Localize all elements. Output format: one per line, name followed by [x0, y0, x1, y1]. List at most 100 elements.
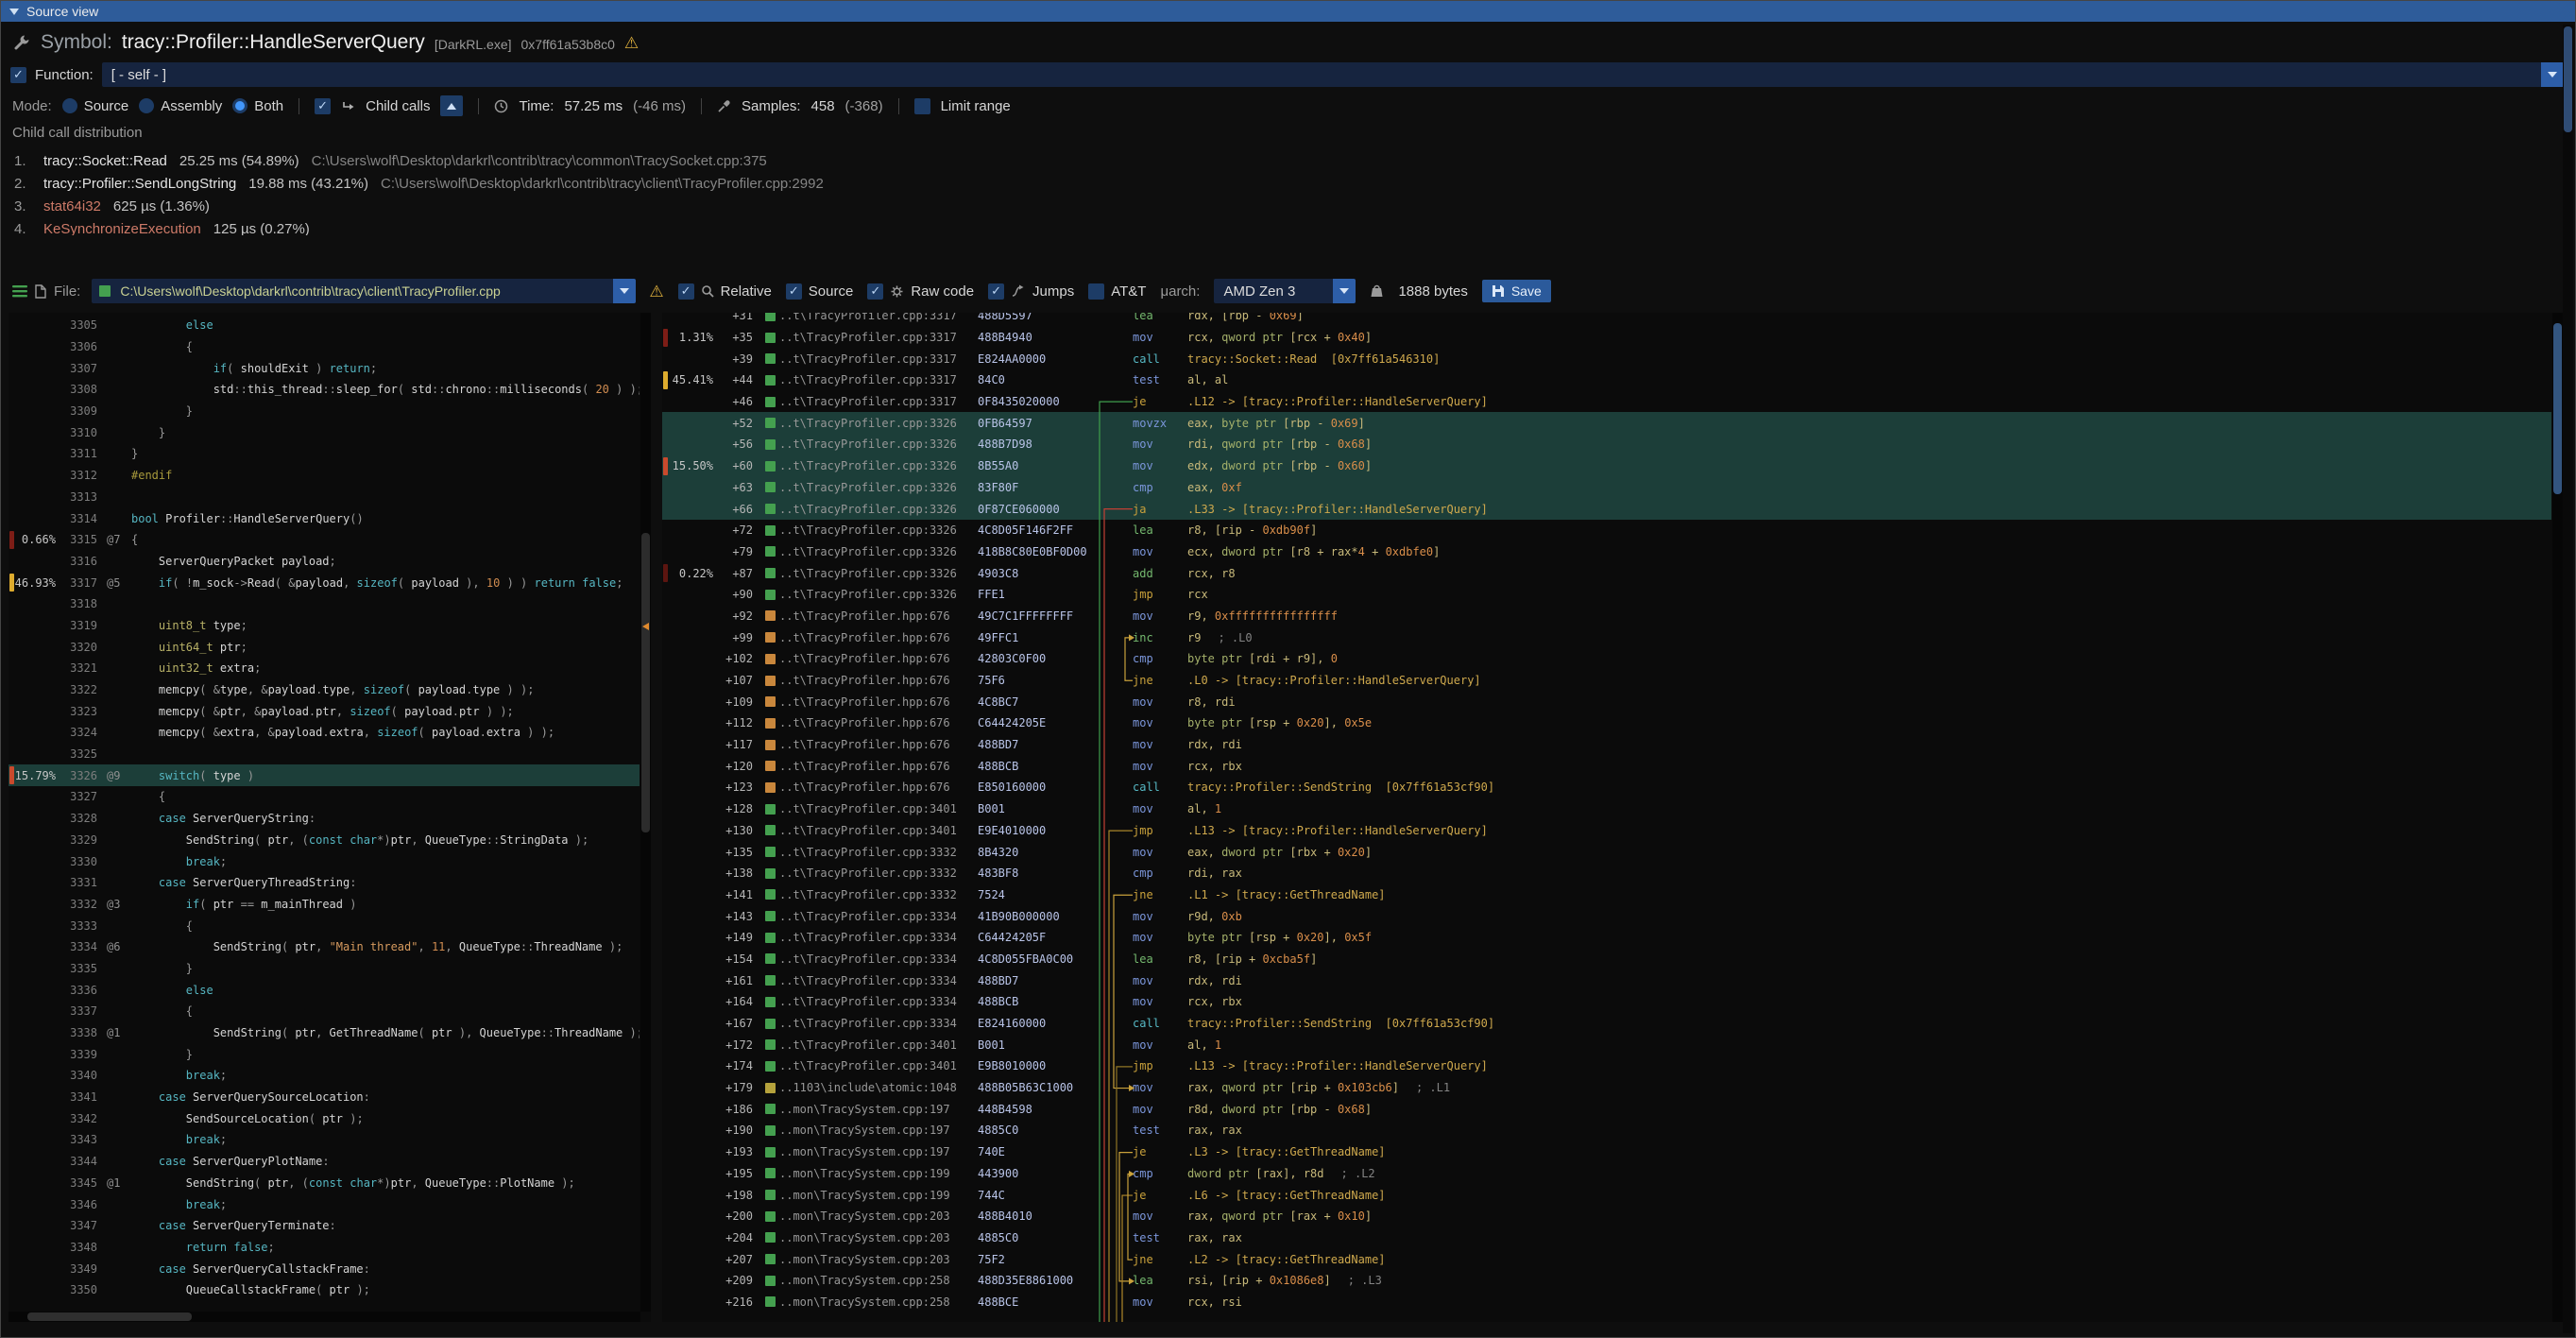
- asm-row[interactable]: +63..t\TracyProfiler.cpp:332683F80Fcmpea…: [662, 477, 2551, 499]
- assembly-vertical-scrollbar[interactable]: [2552, 313, 2563, 1322]
- source-line[interactable]: 3311}: [9, 443, 640, 465]
- asm-row[interactable]: +39..t\TracyProfiler.cpp:3317E824AA0000c…: [662, 348, 2551, 369]
- asm-row[interactable]: 15.50%+60..t\TracyProfiler.cpp:33268B55A…: [662, 455, 2551, 477]
- source-location[interactable]: ..t\TracyProfiler.cpp:3326: [779, 545, 978, 558]
- source-option[interactable]: ✓ Source: [786, 283, 854, 300]
- source-location[interactable]: ..t\TracyProfiler.cpp:3317: [779, 352, 978, 366]
- source-location[interactable]: ..t\TracyProfiler.cpp:3326: [779, 523, 978, 537]
- source-location[interactable]: ..t\TracyProfiler.cpp:3317: [779, 395, 978, 408]
- asm-row[interactable]: +92..t\TracyProfiler.hpp:67649C7C1FFFFFF…: [662, 606, 2551, 627]
- source-location[interactable]: ..t\TracyProfiler.cpp:3326: [779, 567, 978, 580]
- asm-row[interactable]: +195..mon\TracySystem.cpp:199443900cmpdw…: [662, 1163, 2551, 1185]
- source-location[interactable]: ..t\TracyProfiler.hpp:676: [779, 738, 978, 751]
- source-horizontal-scrollbar[interactable]: [9, 1312, 640, 1322]
- asm-row[interactable]: +161..t\TracyProfiler.cpp:3334488BD7movr…: [662, 969, 2551, 991]
- asm-row[interactable]: 0.22%+87..t\TracyProfiler.cpp:33264903C8…: [662, 562, 2551, 584]
- chevron-down-icon[interactable]: [613, 279, 636, 303]
- raw-code-option[interactable]: ✓ Raw code: [867, 283, 974, 300]
- scrollbar-thumb[interactable]: [27, 1312, 192, 1321]
- source-line[interactable]: 3318: [9, 593, 640, 615]
- child-call-item[interactable]: 4.KeSynchronizeExecution125 µs (0.27%): [14, 217, 2547, 235]
- source-location[interactable]: ..t\TracyProfiler.hpp:676: [779, 674, 978, 687]
- source-location[interactable]: ..mon\TracySystem.cpp:203: [779, 1209, 978, 1223]
- source-line[interactable]: 3338@1 SendString( ptr, GetThreadName( p…: [9, 1022, 640, 1044]
- source-location[interactable]: ..t\TracyProfiler.cpp:3332: [779, 888, 978, 901]
- titlebar[interactable]: Source view: [1, 1, 2575, 22]
- chevron-down-icon[interactable]: [2541, 62, 2564, 87]
- source-location[interactable]: ..t\TracyProfiler.cpp:3401: [779, 1038, 978, 1052]
- sample-marker[interactable]: [642, 623, 649, 630]
- source-location[interactable]: ..mon\TracySystem.cpp:203: [779, 1253, 978, 1266]
- collapse-icon[interactable]: [9, 9, 19, 15]
- asm-row[interactable]: +79..t\TracyProfiler.cpp:3326418B8C80E0B…: [662, 541, 2551, 563]
- source-location[interactable]: ..t\TracyProfiler.cpp:3326: [779, 417, 978, 430]
- scrollbar-thumb[interactable]: [641, 533, 650, 832]
- asm-row[interactable]: +99..t\TracyProfiler.hpp:67649FFC1incr9;…: [662, 626, 2551, 648]
- source-location[interactable]: ..1103\include\atomic:1048: [779, 1081, 978, 1094]
- asm-row[interactable]: +207..mon\TracySystem.cpp:20375F2jne.L2 …: [662, 1248, 2551, 1270]
- uarch-combo[interactable]: AMD Zen 3: [1214, 279, 1356, 303]
- source-line[interactable]: 3334@6 SendString( ptr, "Main thread", 1…: [9, 936, 640, 958]
- relative-checkbox[interactable]: ✓: [678, 283, 694, 300]
- asm-row[interactable]: +200..mon\TracySystem.cpp:203488B4010mov…: [662, 1206, 2551, 1227]
- source-line[interactable]: 3336 else: [9, 979, 640, 1001]
- source-line[interactable]: 3335 }: [9, 958, 640, 980]
- jumps-checkbox[interactable]: ✓: [988, 283, 1004, 300]
- source-line[interactable]: 0.66%3315@7{: [9, 529, 640, 551]
- asm-row[interactable]: +174..t\TracyProfiler.cpp:3401E9B8010000…: [662, 1055, 2551, 1077]
- source-location[interactable]: ..t\TracyProfiler.cpp:3334: [779, 995, 978, 1008]
- source-location[interactable]: ..mon\TracySystem.cpp:258: [779, 1295, 978, 1309]
- save-button[interactable]: Save: [1482, 280, 1551, 302]
- source-line[interactable]: 3344 case ServerQueryPlotName:: [9, 1151, 640, 1173]
- asm-row[interactable]: +112..t\TracyProfiler.hpp:676C64424205Em…: [662, 712, 2551, 734]
- source-line[interactable]: 15.79%3326@9 switch( type ): [9, 764, 640, 786]
- source-location[interactable]: ..t\TracyProfiler.hpp:676: [779, 609, 978, 623]
- asm-row[interactable]: +123..t\TracyProfiler.hpp:676E850160000c…: [662, 777, 2551, 798]
- asm-row[interactable]: +120..t\TracyProfiler.hpp:676488BCBmovrc…: [662, 755, 2551, 777]
- source-files-icon[interactable]: [12, 285, 27, 298]
- source-checkbox[interactable]: ✓: [786, 283, 802, 300]
- child-call-item[interactable]: 2.tracy::Profiler::SendLongString19.88 m…: [14, 172, 2547, 195]
- source-line[interactable]: 3324 memcpy( &extra, &payload.extra, siz…: [9, 722, 640, 744]
- source-location[interactable]: ..t\TracyProfiler.hpp:676: [779, 780, 978, 794]
- function-checkbox[interactable]: ✓: [10, 67, 26, 83]
- source-location[interactable]: ..t\TracyProfiler.hpp:676: [779, 631, 978, 644]
- source-line[interactable]: 3340 break;: [9, 1065, 640, 1087]
- asm-row[interactable]: +179..1103\include\atomic:1048488B05B63C…: [662, 1077, 2551, 1099]
- function-combo[interactable]: [ - self - ]: [102, 62, 2564, 87]
- source-location[interactable]: ..t\TracyProfiler.hpp:676: [779, 652, 978, 665]
- asm-row[interactable]: +117..t\TracyProfiler.hpp:676488BD7movrd…: [662, 734, 2551, 756]
- source-location[interactable]: ..t\TracyProfiler.cpp:3317: [779, 373, 978, 386]
- source-line[interactable]: 3305 else: [9, 315, 640, 336]
- asm-row[interactable]: +102..t\TracyProfiler.hpp:67642803C0F00c…: [662, 648, 2551, 670]
- limit-range-checkbox[interactable]: [914, 98, 930, 114]
- asm-row[interactable]: 1.31%+35..t\TracyProfiler.cpp:3317488B49…: [662, 327, 2551, 349]
- source-line[interactable]: 3307 if( shouldExit ) return;: [9, 357, 640, 379]
- source-location[interactable]: ..t\TracyProfiler.cpp:3317: [779, 313, 978, 322]
- child-call-item[interactable]: 1.tracy::Socket::Read25.25 ms (54.89%)C:…: [14, 149, 2547, 172]
- asm-row[interactable]: +172..t\TracyProfiler.cpp:3401B001moval,…: [662, 1034, 2551, 1055]
- asm-row[interactable]: +143..t\TracyProfiler.cpp:333441B90B0000…: [662, 905, 2551, 927]
- source-line[interactable]: 3327 {: [9, 786, 640, 808]
- child-calls-checkbox[interactable]: ✓: [315, 98, 331, 114]
- source-line[interactable]: 3328 case ServerQueryString:: [9, 808, 640, 830]
- source-line[interactable]: 3350 QueueCallstackFrame( ptr );: [9, 1279, 640, 1301]
- asm-row[interactable]: +107..t\TracyProfiler.hpp:67675F6jne.L0 …: [662, 670, 2551, 692]
- source-line[interactable]: 3306 {: [9, 336, 640, 358]
- window-vertical-scrollbar[interactable]: [2563, 25, 2573, 1333]
- asm-row[interactable]: +56..t\TracyProfiler.cpp:3326488B7D98mov…: [662, 434, 2551, 455]
- asm-row[interactable]: +193..mon\TracySystem.cpp:197740Eje.L3 -…: [662, 1141, 2551, 1163]
- raw-code-checkbox[interactable]: ✓: [867, 283, 883, 300]
- asm-row[interactable]: +209..mon\TracySystem.cpp:258488D35E8861…: [662, 1270, 2551, 1292]
- source-location[interactable]: ..t\TracyProfiler.cpp:3326: [779, 588, 978, 601]
- source-location[interactable]: ..t\TracyProfiler.cpp:3326: [779, 481, 978, 494]
- source-line[interactable]: 46.93%3317@5 if( !m_sock->Read( &payload…: [9, 572, 640, 593]
- asm-row[interactable]: +72..t\TracyProfiler.cpp:33264C8D05F146F…: [662, 520, 2551, 541]
- asm-row[interactable]: +52..t\TracyProfiler.cpp:33260FB64597mov…: [662, 412, 2551, 434]
- chevron-down-icon[interactable]: [1333, 279, 1356, 303]
- source-line[interactable]: 3312#endif: [9, 465, 640, 487]
- asm-row[interactable]: +141..t\TracyProfiler.cpp:33327524jne.L1…: [662, 884, 2551, 906]
- source-location[interactable]: ..t\TracyProfiler.cpp:3326: [779, 503, 978, 516]
- source-line[interactable]: 3320 uint64_t ptr;: [9, 636, 640, 658]
- asm-row[interactable]: +204..mon\TracySystem.cpp:2034885C0testr…: [662, 1227, 2551, 1249]
